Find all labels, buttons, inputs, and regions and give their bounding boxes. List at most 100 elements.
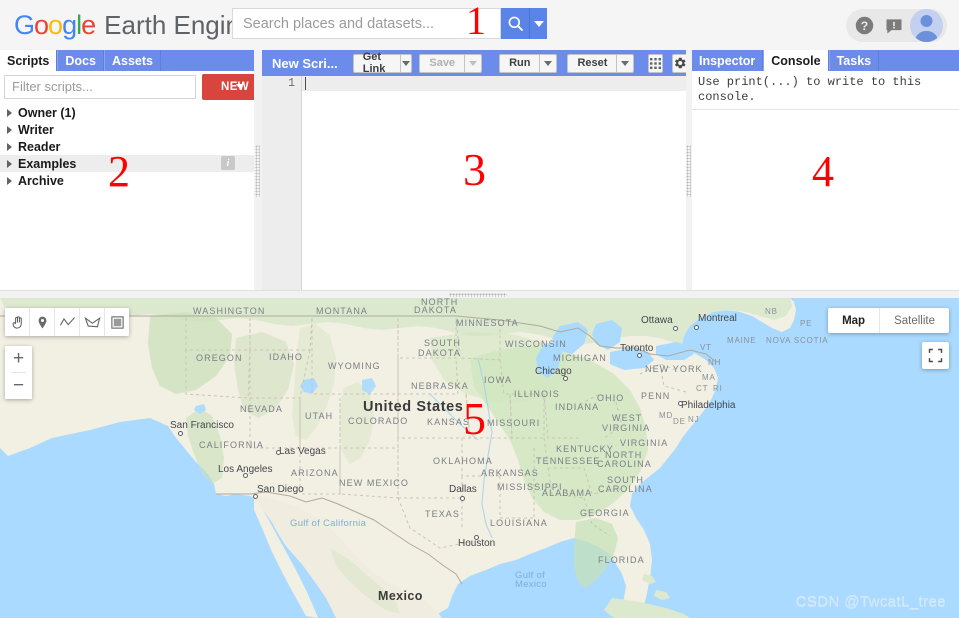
chevron-down-icon — [469, 60, 478, 66]
avatar[interactable] — [910, 9, 943, 42]
line-tool[interactable] — [55, 308, 80, 336]
map-geometry — [0, 298, 959, 618]
feedback-icon — [886, 18, 901, 33]
save-dropdown[interactable] — [465, 53, 483, 73]
city-dot — [243, 473, 248, 478]
tree-item-label: Reader — [18, 139, 61, 154]
polygon-icon — [83, 316, 101, 327]
help-circle-icon: ? — [855, 16, 874, 35]
pan-hand-icon — [12, 315, 22, 329]
feedback-button[interactable] — [879, 11, 908, 40]
code-text-area[interactable] — [302, 76, 686, 290]
code-line[interactable] — [302, 76, 686, 91]
tab-tasks[interactable]: Tasks — [828, 50, 880, 71]
zoom-in-button[interactable]: + — [5, 346, 32, 372]
city-dot — [276, 450, 281, 455]
reset-dropdown[interactable] — [617, 53, 635, 73]
google-logo-letter: e — [81, 9, 96, 40]
tab-docs[interactable]: Docs — [57, 50, 104, 71]
reset-button[interactable]: Reset — [567, 53, 618, 73]
city-dot — [563, 376, 568, 381]
city-dot — [474, 535, 479, 540]
run-button[interactable]: Run — [499, 53, 541, 73]
search-button[interactable] — [500, 8, 530, 39]
map-drawing-tools — [5, 308, 129, 336]
zoom-out-button[interactable]: − — [5, 373, 32, 399]
tab-console[interactable]: Console — [763, 50, 829, 71]
map-canvas[interactable]: WASHINGTON MONTANA NORTH DAKOTA MINNESOTA ORE… — [0, 298, 959, 618]
code-editor-panel: New Scri... Get Link Save Run Reset 1 — [262, 50, 686, 290]
search-area — [232, 8, 547, 39]
search-dropdown-button[interactable] — [529, 8, 547, 39]
tree-item-owner[interactable]: Owner (1) — [0, 104, 254, 121]
splitter-grip — [255, 145, 260, 197]
tree-item-archive[interactable]: Archive — [0, 172, 254, 189]
google-logo-letter: o — [34, 9, 49, 40]
marker-pin-icon — [38, 316, 46, 328]
line-number-gutter: 1 — [262, 76, 302, 290]
zoom-control: + − — [5, 346, 32, 399]
grid-apps-icon — [650, 57, 662, 69]
run-group: Run — [499, 53, 558, 73]
text-caret — [305, 77, 306, 90]
svg-text:?: ? — [861, 19, 868, 33]
new-script-button[interactable]: NEW — [202, 73, 254, 100]
search-input[interactable] — [233, 9, 500, 38]
code-toolbar: New Scri... Get Link Save Run Reset — [262, 50, 686, 76]
tab-inspector[interactable]: Inspector — [692, 50, 764, 71]
left-splitter[interactable] — [254, 50, 262, 290]
tree-item-reader[interactable]: Reader — [0, 138, 254, 155]
pan-hand-tool[interactable] — [5, 308, 30, 336]
rectangle-icon — [110, 315, 124, 329]
settings-button[interactable] — [672, 53, 686, 73]
line-number: 1 — [288, 77, 295, 90]
chevron-right-icon — [7, 142, 12, 151]
tree-item-examples[interactable]: Examples i — [0, 155, 254, 172]
chevron-down-icon — [621, 60, 630, 66]
gear-icon — [675, 57, 686, 69]
help-button[interactable]: ? — [850, 11, 879, 40]
chevron-down-icon — [533, 20, 544, 27]
apps-button[interactable] — [648, 53, 664, 73]
save-button[interactable]: Save — [419, 53, 466, 73]
line-icon — [59, 316, 75, 326]
tree-item-label: Writer — [18, 122, 54, 137]
tab-assets[interactable]: Assets — [103, 50, 161, 71]
tab-scripts[interactable]: Scripts — [0, 50, 58, 71]
scripts-panel: Scripts Docs Assets NEW Owner (1) Writer… — [0, 50, 255, 290]
city-dot — [637, 353, 642, 358]
chevron-right-icon — [7, 159, 12, 168]
polygon-tool[interactable] — [80, 308, 105, 336]
scripts-tree: Owner (1) Writer Reader Examples i Archi… — [0, 104, 254, 189]
chevron-down-icon — [402, 60, 411, 66]
console-tabbar: Inspector Console Tasks — [692, 50, 959, 71]
filter-scripts-input[interactable] — [4, 74, 196, 99]
save-group: Save — [419, 53, 483, 73]
map-type-satellite[interactable]: Satellite — [880, 308, 949, 333]
google-wordmark: Google — [14, 9, 96, 41]
app-header: Google Earth Engine ? — [0, 0, 959, 51]
chevron-right-icon — [7, 108, 12, 117]
fullscreen-button[interactable] — [922, 342, 949, 369]
tree-item-label: Examples — [18, 156, 77, 171]
info-icon[interactable]: i — [221, 156, 235, 170]
get-link-dropdown[interactable] — [401, 53, 413, 73]
tree-item-label: Archive — [18, 173, 64, 188]
get-link-button[interactable]: Get Link — [352, 51, 402, 75]
tree-item-label: Owner (1) — [18, 105, 76, 120]
marker-tool[interactable] — [30, 308, 55, 336]
city-dot — [678, 401, 683, 406]
search-box[interactable] — [232, 8, 501, 39]
chevron-right-icon — [7, 125, 12, 134]
reset-group: Reset — [567, 53, 635, 73]
google-logo-letter: g — [62, 9, 77, 40]
city-dot — [673, 326, 678, 331]
map-type-map[interactable]: Map — [828, 308, 881, 333]
tree-item-writer[interactable]: Writer — [0, 121, 254, 138]
console-panel: Inspector Console Tasks Use print(...) t… — [692, 50, 959, 290]
code-editor-area[interactable]: 1 — [262, 76, 686, 290]
rectangle-tool[interactable] — [105, 308, 129, 336]
run-dropdown[interactable] — [540, 53, 558, 73]
scripts-filter-row: NEW — [0, 71, 254, 101]
google-earth-engine-logo: Google Earth Engine — [14, 10, 254, 41]
